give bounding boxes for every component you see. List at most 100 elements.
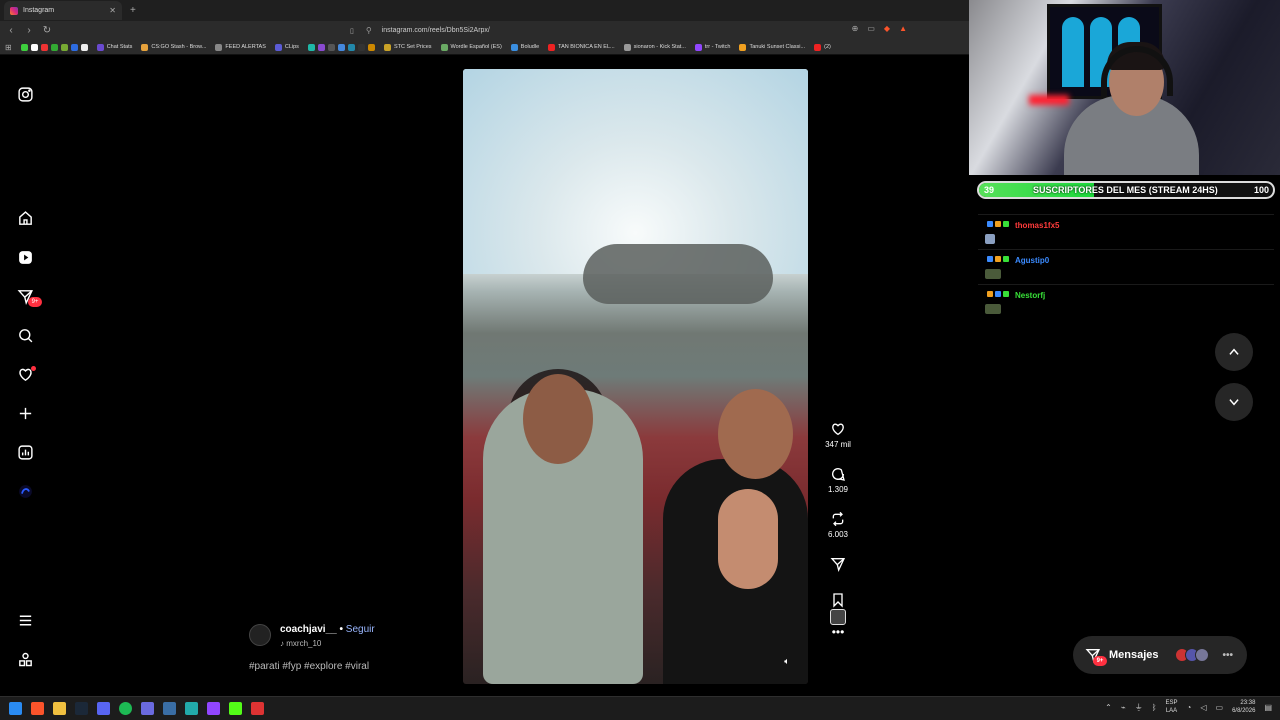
volume-tray-icon[interactable]: ◁ xyxy=(1200,703,1206,712)
audio-line[interactable]: ♪ mxrch_10 xyxy=(280,639,321,648)
share-button[interactable] xyxy=(818,556,858,575)
tab-strip: Instagram ✕ + xyxy=(0,0,969,21)
follow-button[interactable]: Seguir xyxy=(346,624,375,635)
bookmark-star-icon[interactable]: ▯ xyxy=(350,27,354,35)
bookmark-chat-stats[interactable]: Chat Stats xyxy=(96,43,132,51)
mic-icon[interactable]: ⏚ xyxy=(1135,702,1143,713)
bookmark-boludle[interactable]: Boludle xyxy=(510,43,539,51)
language-indicator[interactable]: ESP LAA xyxy=(1166,699,1178,715)
profile-avatar-icon[interactable] xyxy=(16,482,34,500)
instagram-logo-icon[interactable] xyxy=(16,85,34,103)
reload-icon[interactable]: ↻ xyxy=(40,25,54,36)
brave-browser-icon[interactable] xyxy=(31,702,44,715)
volume-icon[interactable]: 🔈︎ xyxy=(780,654,794,668)
app-icon[interactable] xyxy=(185,702,198,715)
bookmark-feed-alertas[interactable]: FEED ALERTAS xyxy=(215,43,266,51)
likes-count: 347 mil xyxy=(825,440,851,449)
back-icon[interactable]: ‹ xyxy=(4,25,18,36)
tray-expand-icon[interactable]: ⌃ xyxy=(1105,703,1112,712)
twitch-icon[interactable] xyxy=(207,702,220,715)
tab-instagram[interactable]: Instagram ✕ xyxy=(4,1,122,20)
wifi-icon[interactable]: ◔ xyxy=(1187,703,1192,712)
chat-message: thomas1fx5 xyxy=(978,214,1274,249)
battery-icon[interactable]: ▭ xyxy=(1216,703,1224,712)
previous-reel-button[interactable] xyxy=(1215,333,1253,371)
file-explorer-icon[interactable] xyxy=(53,702,66,715)
audio-icon: ♪ xyxy=(280,639,284,648)
chat-username: Nestorfj xyxy=(1015,291,1046,300)
bookmark-wordle[interactable]: Wordle Español (ES) xyxy=(440,43,502,51)
share-icon xyxy=(830,558,846,572)
sidebar: 9+ xyxy=(0,55,50,696)
bookmark-stc-set-prices[interactable]: STC Set Prices xyxy=(383,43,432,51)
zoom-icon[interactable]: ⊕ xyxy=(852,24,859,33)
sub-goal-title: SUSCRIPTORES DEL MES (STREAM 24HS) xyxy=(1033,185,1218,195)
reel-video[interactable]: 🔈︎ xyxy=(463,69,808,684)
bookmark-kick-stats[interactable]: sionaron - Kick Stat... xyxy=(623,43,686,51)
more-apps-icon[interactable] xyxy=(16,650,34,668)
video-frame-person xyxy=(718,389,793,479)
close-tab-icon[interactable]: ✕ xyxy=(109,6,116,15)
bluetooth-icon[interactable]: ᛒ xyxy=(1152,703,1157,712)
clock[interactable]: 23:38 6/8/2026 xyxy=(1232,699,1255,715)
create-icon[interactable] xyxy=(16,404,34,422)
repost-icon xyxy=(832,511,844,527)
bookmark-tanuki-sunset[interactable]: Tanuki Sunset Classi... xyxy=(739,43,805,51)
forward-icon[interactable]: › xyxy=(22,25,36,36)
sub-goal-target: 100 xyxy=(1253,185,1269,195)
stream-chat: thomas1fx5 Agustip0 Nestorfj xyxy=(978,214,1274,319)
messages-button[interactable]: 9+ Mensajes ••• xyxy=(1073,636,1247,674)
search-icon[interactable] xyxy=(16,326,34,344)
separator-dot: • xyxy=(339,624,344,635)
video-frame-hand xyxy=(718,489,778,589)
chat-badges xyxy=(987,221,1009,227)
notifications-icon[interactable]: ▤ xyxy=(1264,703,1272,712)
notifications-badge: 9+ xyxy=(28,297,42,307)
bookmark-clips[interactable]: CLips xyxy=(274,43,299,51)
bookmark-csgo-stash[interactable]: CS:GO Stash - Brow... xyxy=(141,43,206,51)
repost-button[interactable]: 6.003 xyxy=(818,511,858,539)
webcam-led xyxy=(1029,95,1069,105)
app-icon[interactable] xyxy=(251,702,264,715)
app-icon[interactable] xyxy=(163,702,176,715)
next-reel-button[interactable] xyxy=(1215,383,1253,421)
home-icon[interactable] xyxy=(16,209,34,227)
brave-rewards-icon[interactable]: ▲ xyxy=(899,24,907,33)
windows-taskbar: ⌃ ⌁ ⏚ ᛒ ESP LAA ◔ ◁ ▭ 23:38 6/8/2026 ▤ xyxy=(0,696,1280,720)
heart-icon xyxy=(832,423,844,436)
bookmark-twitch[interactable]: trr - Twitch xyxy=(694,43,730,51)
chat-emote xyxy=(985,269,1001,279)
bookmark-tan-bionica[interactable]: TAN BIONICA EN EL... xyxy=(548,43,615,51)
audio-thumbnail[interactable] xyxy=(830,609,846,625)
chat-emote xyxy=(985,234,995,244)
chat-message: Nestorfj xyxy=(978,284,1274,319)
reels-icon[interactable] xyxy=(16,248,34,266)
brave-shield-icon[interactable]: ◆ xyxy=(884,24,890,33)
kick-icon[interactable] xyxy=(229,702,242,715)
bookmark-youtube[interactable]: (2) xyxy=(814,43,831,51)
more-options-icon[interactable]: ••• xyxy=(818,626,858,638)
comment-button[interactable]: 1.309 xyxy=(818,466,858,494)
menu-icon[interactable] xyxy=(16,611,34,629)
app-icon[interactable] xyxy=(141,702,154,715)
discord-icon[interactable] xyxy=(97,702,110,715)
new-tab-icon[interactable]: + xyxy=(130,5,136,16)
network-icon[interactable]: ⌁ xyxy=(1121,703,1126,712)
like-button[interactable]: 347 mil xyxy=(818,421,858,449)
apps-icon[interactable]: ⊞ xyxy=(5,43,12,52)
instagram-favicon-icon xyxy=(10,6,18,15)
windows-start-icon[interactable] xyxy=(9,702,22,715)
omnibox-actions: ⊕ ▭ ◆ ▲ xyxy=(852,24,907,33)
author-username[interactable]: coachjavi__ xyxy=(280,624,337,635)
site-info-icon[interactable]: ⚲ xyxy=(366,26,372,35)
chat-badges xyxy=(987,256,1009,262)
spotify-icon[interactable] xyxy=(119,702,132,715)
address-bar-row: ‹ › ↻ ▯ ⚲ instagram.com/reels/Dbn5Si2Arp… xyxy=(0,21,969,40)
url-input[interactable]: ▯ ⚲ instagram.com/reels/Dbn5Si2Arpx/ xyxy=(350,23,910,38)
chat-badges xyxy=(987,291,1009,297)
author-avatar[interactable] xyxy=(249,624,271,646)
steam-icon[interactable] xyxy=(75,702,88,715)
cast-icon[interactable]: ▭ xyxy=(867,24,875,33)
notification-dot xyxy=(31,366,36,371)
insights-icon[interactable] xyxy=(16,443,34,461)
